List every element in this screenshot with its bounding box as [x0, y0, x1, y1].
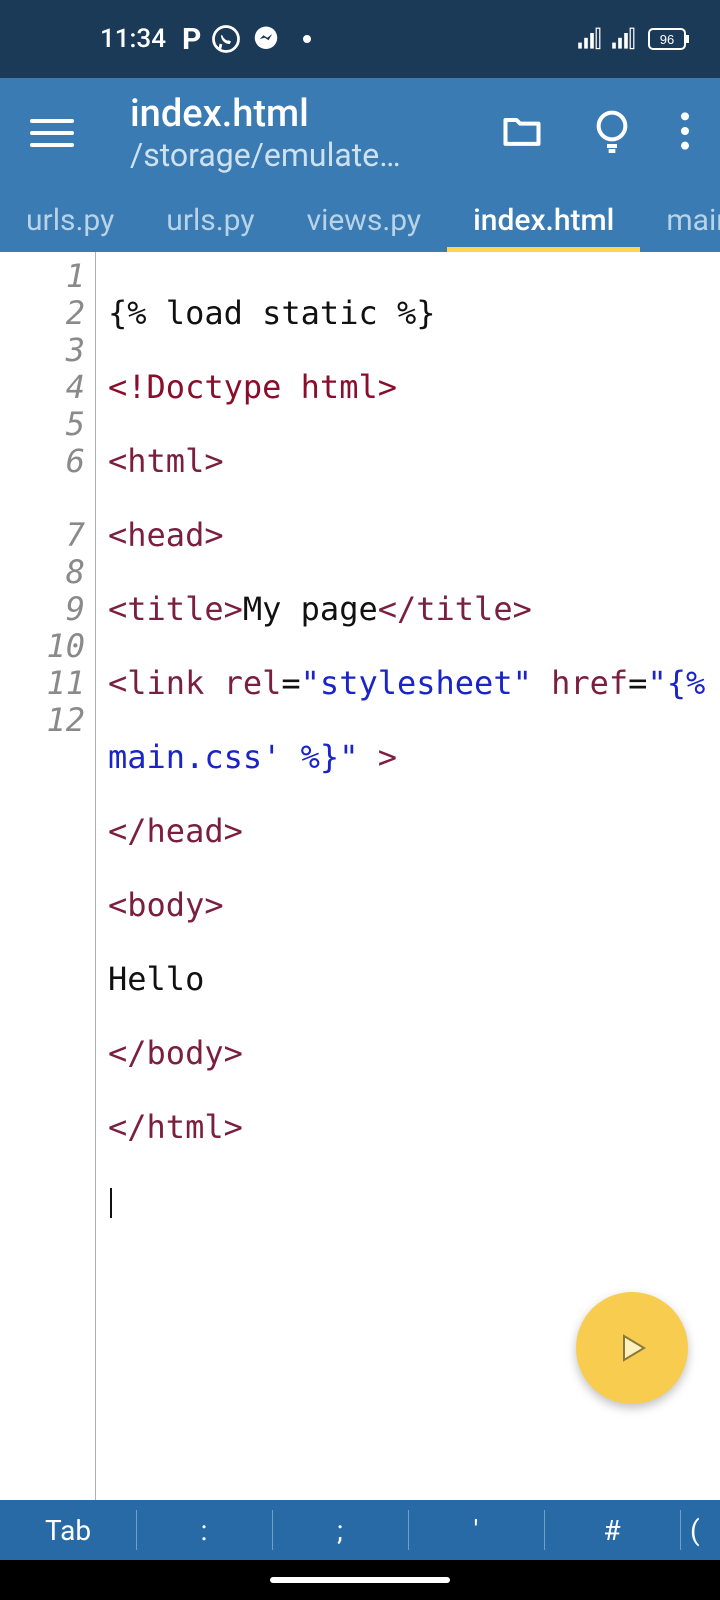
more-notifications-dot: [303, 35, 311, 43]
symbol-toolbar: Tab : ; ' # (: [0, 1500, 720, 1560]
key-paren[interactable]: (: [680, 1500, 720, 1560]
tab-main-css[interactable]: main.css: [640, 188, 720, 252]
key-hash[interactable]: #: [544, 1500, 680, 1560]
key-apostrophe[interactable]: ': [408, 1500, 544, 1560]
file-tabs: urls.py urls.py views.py index.html main…: [0, 188, 720, 252]
key-colon[interactable]: :: [136, 1500, 272, 1560]
signal-icon-1: [576, 27, 602, 51]
file-title: index.html: [130, 92, 500, 136]
signal-icon-2: [610, 27, 636, 51]
file-path: /storage/emulate…: [130, 136, 410, 174]
lightbulb-icon[interactable]: [592, 107, 632, 159]
text-cursor: [110, 1188, 112, 1218]
key-tab[interactable]: Tab: [0, 1500, 136, 1560]
pandora-icon: P: [182, 22, 201, 57]
folder-icon[interactable]: [500, 109, 544, 157]
app-bar: index.html /storage/emulate…: [0, 78, 720, 188]
run-button[interactable]: [576, 1292, 688, 1404]
system-nav-bar: [0, 1560, 720, 1600]
nav-handle[interactable]: [270, 1577, 450, 1583]
status-bar: 11:34 P 96: [0, 0, 720, 78]
tab-views[interactable]: views.py: [281, 188, 448, 252]
svg-text:96: 96: [660, 32, 674, 47]
line-number-gutter: 123 456 789 101112: [0, 252, 96, 1500]
whatsapp-icon: [211, 24, 241, 54]
battery-icon: 96: [648, 28, 690, 50]
tab-index[interactable]: index.html: [447, 188, 640, 252]
tab-urls-2[interactable]: urls.py: [140, 188, 280, 252]
overflow-menu-icon[interactable]: [680, 111, 690, 155]
tab-urls-1[interactable]: urls.py: [0, 188, 140, 252]
menu-icon[interactable]: [30, 103, 90, 163]
code-editor[interactable]: 123 456 789 101112 {% load static %} <!D…: [0, 252, 720, 1500]
messenger-icon: [251, 24, 281, 54]
status-time: 11:34: [100, 24, 166, 54]
key-semicolon[interactable]: ;: [272, 1500, 408, 1560]
